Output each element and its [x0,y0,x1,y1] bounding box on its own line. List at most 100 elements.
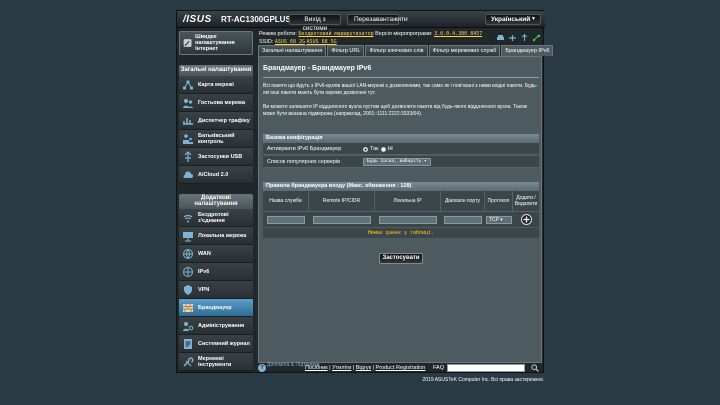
general-settings-header: Загальні налаштування [179,65,253,76]
sidebar-item-wireless[interactable]: Бездротові з'єднання [179,209,253,227]
sidebar-item-label: Локальна мережа [198,232,247,239]
product-registration-link[interactable]: Product Registration [376,365,426,371]
tab-4[interactable]: Брандмауер IPv6 [501,45,554,56]
faq-search-input[interactable] [447,364,525,372]
remote-ip-input[interactable] [313,216,371,224]
basic-config-header: Базова конфігурація [263,134,539,143]
no-label: Ні [387,146,393,152]
advanced-settings-header: Додаткові налаштування [179,194,253,209]
log-icon [182,338,194,350]
quick-setup-button[interactable]: Швидке налаштування Інтернет [179,31,253,55]
router-admin-window: /ISUS RT-AC1300GPLUS Вихід з системи Пер… [176,10,554,374]
sidebar-item-vpn[interactable]: VPN [179,281,253,299]
tab-1[interactable]: Фільтр URL [327,45,365,56]
sidebar-item-label: Застосунки USB [198,153,243,160]
logout-button[interactable]: Вихід з системи [289,14,341,32]
col-protocol: Протокол [485,191,513,211]
sidebar-item-label: Бездротові з'єднання [198,211,229,224]
wan-icon [182,248,194,260]
usb-icon [182,150,194,163]
main-content: Загальні налаштування Фільтр URL Фільтр кл… [258,45,554,363]
mode-link[interactable]: Бездротовий маршрутизатор [298,31,373,37]
col-add-delete: Додати / Видалити [514,195,538,207]
firmware-label: Версія мікропрограми: [375,31,433,37]
firmware-link[interactable]: 3.0.0.4.380_8457 [434,31,482,37]
tab-3[interactable]: Фільтр мережевих служб [428,45,501,56]
col-local-ip: Локальна IP [375,191,441,211]
faq-label: FAQ [433,365,445,371]
tools-icon [182,356,194,368]
sidebar-item-label: IPv6 [198,268,210,275]
sidebar-item-label: Адміністрування [198,322,245,329]
footer-links: Посібник | Утиліти | Відгук | Product Re… [305,365,426,371]
sidebar-item-traffic-manager[interactable]: Диспетчер трафіку [179,112,253,130]
sidebar-item-usb[interactable]: Застосунки USB [179,148,253,166]
language-select[interactable]: Український ▼ [485,14,541,25]
protocol-value: TCP [489,217,499,223]
advanced-menu: Бездротові з'єднання Локальна мережа WAN IP… [179,209,253,371]
firewall-panel: Брандмауер - Брандмауер IPv6 Всі пакети … [258,56,542,363]
sidebar-item-label: Батьківський контроль [198,132,235,145]
enable-no-radio[interactable] [380,146,386,152]
printer-icon[interactable] [496,34,505,42]
yes-label: Так [370,146,379,152]
connection-icon[interactable] [508,34,517,42]
parental-control-icon [182,133,194,145]
footer: ? Допомога & Підтримка Посібник | Утиліт… [255,363,545,374]
model-name: RT-AC1300GPLUS [221,15,291,24]
sidebar-item-admin[interactable]: Адміністрування [179,317,253,335]
status-icons [496,34,541,42]
usb-status-icon[interactable] [520,34,529,42]
manual-link[interactable]: Посібник [305,365,328,371]
sidebar-item-guest-network[interactable]: Гостьова мережа [179,94,253,112]
page-title: Брандмауер - Брандмауер IPv6 [263,65,372,72]
help-icon[interactable]: ? [258,364,266,372]
sidebar-item-parental-control[interactable]: Батьківський контроль [179,130,253,148]
sidebar-item-network-map[interactable]: Карта мережі [179,76,253,94]
language-value: Український [491,16,531,23]
port-range-input[interactable] [444,216,482,224]
sidebar-item-label: Карта мережі [198,81,234,88]
apply-button[interactable]: Застосувати [379,253,423,264]
sidebar-item-label: Диспетчер трафіку [198,117,250,124]
internet-status-icon[interactable] [532,34,541,42]
enable-yes-radio[interactable] [363,146,368,152]
service-name-input[interactable] [267,216,305,224]
sidebar-item-label: Гостьова мережа [198,99,246,106]
feedback-link[interactable]: Відгук [356,365,371,371]
top-bar: /ISUS RT-AC1300GPLUS Вихід з системи Пер… [177,11,545,32]
utilities-link[interactable]: Утиліти [332,365,351,371]
tab-0[interactable]: Загальні налаштування [258,45,327,56]
tab-2[interactable]: Фільтр ключових слів [365,45,428,56]
sidebar-item-ipv6[interactable]: IPv6 [179,263,253,281]
enable-firewall-row: Активувати IPv6 Брандмауер Так Ні [263,143,539,155]
col-port-range: Діапазон порту [441,191,485,211]
sidebar-item-wan[interactable]: WAN [179,245,253,263]
network-map-icon [182,79,194,91]
sidebar-item-tools[interactable]: Мережеві інструменти [179,353,253,371]
services-select-value: Будь ласка, виберіть [367,159,422,164]
rules-column-headers: Назва служби Remote IP/CIDR Локальна IP … [263,191,539,211]
sidebar-item-label: VPN [198,286,210,293]
sidebar-item-label: Системний журнал [198,340,250,347]
general-menu: Карта мережі Гостьова мережа Диспетчер тра… [179,76,253,184]
local-ip-input[interactable] [379,216,437,224]
vpn-icon [182,284,194,296]
sidebar-item-lan[interactable]: Локальна мережа [179,227,253,245]
title-divider [263,77,539,78]
col-remote-ip: Remote IP/CIDR [309,191,375,211]
copyright: 2019 ASUSTeK Computer Inc. Всі права зас… [422,377,544,383]
sidebar-item-firewall[interactable]: Брандмауер [179,299,253,317]
enable-firewall-label: Активувати IPv6 Брандмауер [267,146,342,152]
rules-header: Правила брандмауера входу (Макс. обмежен… [263,182,539,191]
add-rule-button[interactable] [521,214,532,225]
search-icon[interactable] [530,363,540,373]
sidebar-item-cloud[interactable]: AiCloud 2.0 [179,166,253,184]
description-1: Всі пакети що йдуть з IPv6-вузлів вашої … [263,83,538,96]
mode-label: Режим роботи: [259,31,297,37]
services-select[interactable]: Будь ласка, виберіть ▾ [363,158,431,166]
sidebar-item-log[interactable]: Системний журнал [179,335,253,353]
reboot-button[interactable]: Перезавантажити [347,14,408,25]
wand-icon [183,39,192,47]
protocol-select[interactable]: TCP ▾ [486,216,512,224]
